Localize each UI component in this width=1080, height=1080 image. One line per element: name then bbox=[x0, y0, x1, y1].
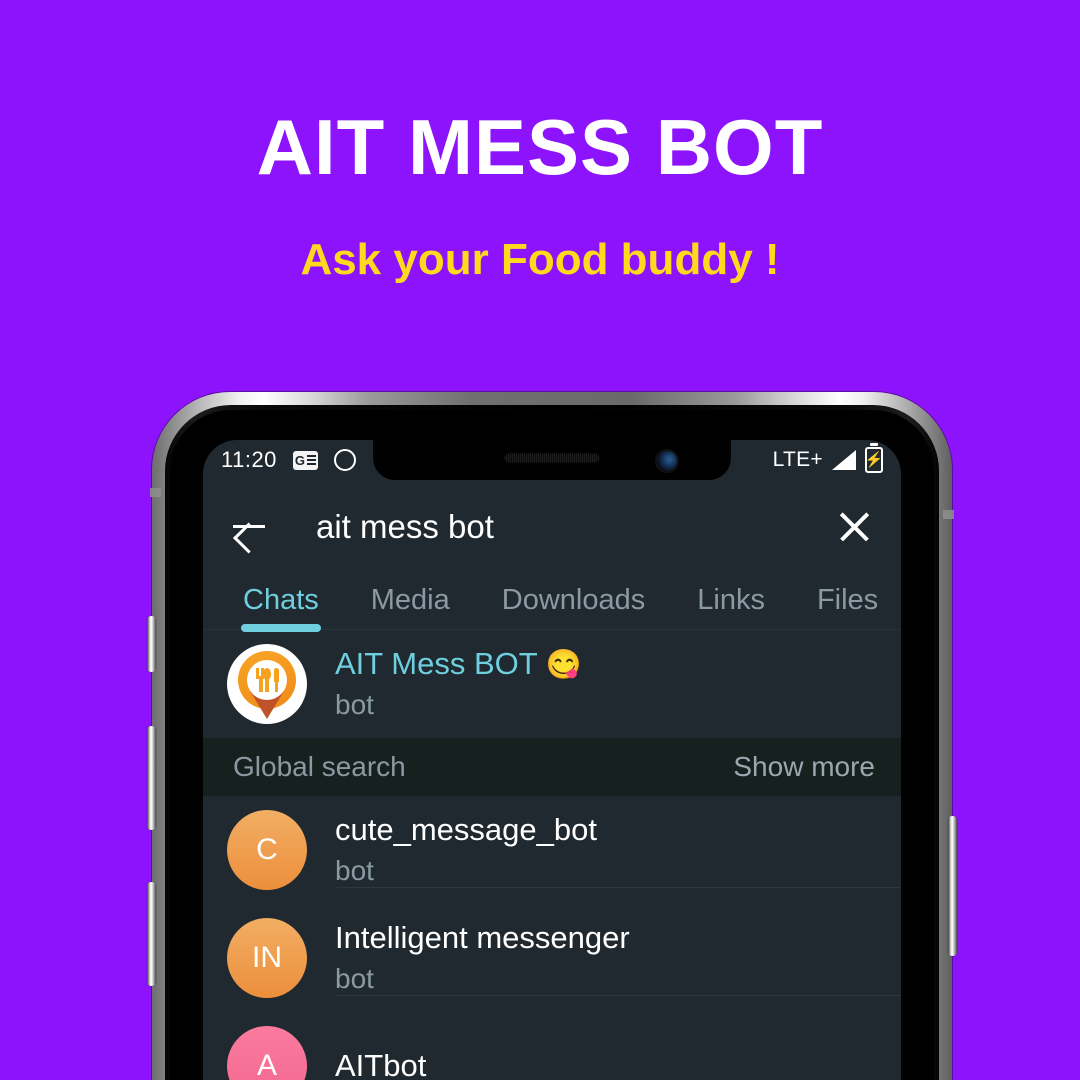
avatar: C bbox=[227, 810, 307, 890]
avatar-initials: IN bbox=[252, 941, 282, 974]
clear-search-icon[interactable] bbox=[833, 505, 875, 547]
list-item-title: AITbot bbox=[335, 1048, 427, 1080]
page-title: AIT MESS BOT bbox=[256, 103, 824, 191]
chat-name: AIT Mess BOT bbox=[335, 646, 538, 682]
back-arrow-icon[interactable] bbox=[229, 505, 271, 547]
avatar: A bbox=[227, 1026, 307, 1080]
search-header: ait mess bot bbox=[203, 480, 901, 572]
avatar-initials: C bbox=[256, 833, 278, 866]
list-item-cute-message-bot[interactable]: C cute_message_bot bot bbox=[203, 796, 901, 904]
mute-switch-button[interactable] bbox=[147, 616, 156, 672]
search-input[interactable]: ait mess bot bbox=[316, 510, 833, 543]
list-item-intelligent-messenger[interactable]: IN Intelligent messenger bot bbox=[203, 904, 901, 1012]
list-item-ait-mess-bot[interactable]: AIT Mess BOT 😋 bot bbox=[203, 630, 901, 738]
fork-icon bbox=[255, 668, 266, 692]
signal-strength-icon bbox=[832, 450, 856, 470]
list-item-title: cute_message_bot bbox=[335, 811, 597, 847]
spoon-icon bbox=[262, 668, 271, 692]
avatar-food-pin-icon bbox=[227, 644, 307, 724]
tab-downloads[interactable]: Downloads bbox=[502, 572, 645, 629]
list-item-subtitle: bot bbox=[335, 854, 374, 886]
news-icon-lines bbox=[306, 455, 316, 465]
volume-down-button[interactable] bbox=[147, 882, 156, 986]
earpiece-speaker-icon bbox=[504, 453, 600, 463]
tab-links[interactable]: Links bbox=[697, 572, 765, 629]
list-item-subtitle: bot bbox=[335, 962, 374, 994]
network-label: LTE+ bbox=[772, 448, 823, 471]
charging-bolt-icon: ⚡ bbox=[864, 451, 884, 469]
show-more-button[interactable]: Show more bbox=[733, 751, 875, 783]
search-tabs: Chats Media Downloads Links Files bbox=[203, 572, 901, 632]
phone-screen: 11:20 G LTE+ ⚡ ait mess bot Chats Media … bbox=[203, 440, 901, 1080]
notification-circle-icon bbox=[333, 449, 356, 471]
search-results-list: AIT Mess BOT 😋 bot Global search Show mo… bbox=[203, 630, 901, 1080]
tab-files[interactable]: Files bbox=[817, 572, 878, 629]
google-news-icon: G bbox=[292, 450, 318, 470]
phone-mockup: 11:20 G LTE+ ⚡ ait mess bot Chats Media … bbox=[147, 392, 957, 1080]
display-notch bbox=[373, 440, 731, 480]
list-item-subtitle: bot bbox=[335, 689, 374, 721]
global-search-label: Global search bbox=[233, 751, 406, 782]
global-search-header: Global search Show more bbox=[203, 738, 901, 796]
battery-charging-icon: ⚡ bbox=[865, 447, 883, 473]
list-item-title: AIT Mess BOT 😋 bbox=[335, 646, 877, 682]
knife-icon bbox=[273, 668, 279, 692]
promo-header: AIT MESS BOT Ask your Food buddy ! bbox=[0, 0, 1080, 282]
news-icon-letter: G bbox=[294, 452, 305, 468]
antenna-band-left bbox=[150, 488, 161, 497]
volume-up-button[interactable] bbox=[147, 726, 156, 830]
tab-media[interactable]: Media bbox=[371, 572, 450, 629]
page-subtitle: Ask your Food buddy ! bbox=[300, 235, 780, 284]
avatar: IN bbox=[227, 918, 307, 998]
avatar-initials: A bbox=[256, 1049, 277, 1080]
list-item-aitbot[interactable]: A AITbot bbox=[203, 1012, 901, 1080]
antenna-band-right bbox=[943, 510, 954, 519]
status-time: 11:20 bbox=[221, 447, 277, 472]
tab-chats[interactable]: Chats bbox=[241, 572, 321, 632]
face-savoring-food-emoji: 😋 bbox=[545, 649, 582, 682]
front-camera-icon bbox=[657, 451, 677, 471]
list-item-title: Intelligent messenger bbox=[335, 919, 630, 955]
power-button[interactable] bbox=[948, 816, 957, 956]
